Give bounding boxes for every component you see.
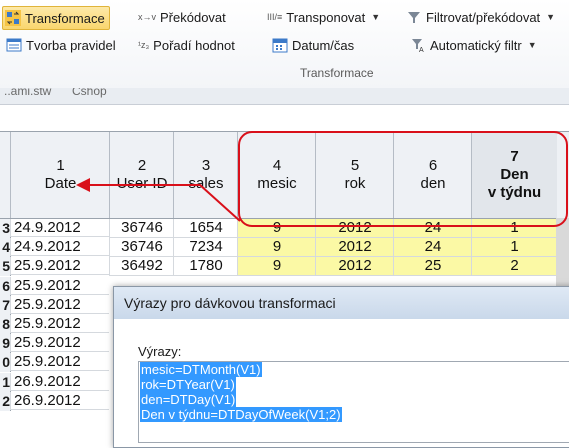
transformace-button[interactable]: Transformace xyxy=(2,6,110,30)
column-name: User ID xyxy=(116,175,168,192)
value-order-icon: ¹z₃ xyxy=(138,40,150,50)
column-number: 3 xyxy=(201,157,211,174)
dialog-title: Výrazy pro dávkovou transformaci xyxy=(114,287,569,319)
cell-date[interactable]: 25.9.2012 xyxy=(10,257,109,275)
prekodovat-label: Překódovat xyxy=(160,9,226,25)
cell-den-v-tydnu[interactable]: 1 xyxy=(471,238,557,257)
column-number: 1 xyxy=(56,157,65,174)
cell-date[interactable]: 26.9.2012 xyxy=(10,392,109,410)
column-name: Date xyxy=(44,175,77,192)
transpose-icon: III/≡ xyxy=(267,12,283,22)
expression-line: Den v týdnu=DTDayOfWeek(V1;2) xyxy=(140,407,342,422)
rule-icon xyxy=(6,37,22,53)
cell-user-id[interactable]: 36492 xyxy=(109,257,174,276)
filtrovat-label: Filtrovat/překódovat xyxy=(426,9,541,25)
svg-text:A: A xyxy=(419,47,424,53)
chevron-down-icon: ▼ xyxy=(371,12,381,22)
chevron-down-icon: ▼ xyxy=(546,12,556,22)
ribbon-group-label: Transformace xyxy=(300,66,374,80)
autofilter-icon: A xyxy=(410,37,426,53)
cell-date[interactable]: 24.9.2012 xyxy=(10,219,109,237)
cell-rok[interactable]: 2012 xyxy=(315,257,394,276)
automaticky-filtr-label: Automatický filtr xyxy=(430,37,522,53)
transform-icon xyxy=(5,10,21,26)
tvorba-pravidel-label: Tvorba pravidel xyxy=(26,37,116,53)
cell-date[interactable]: 25.9.2012 xyxy=(10,277,109,295)
expression-line: mesic=DTMonth(V1) xyxy=(140,362,262,377)
cell-den[interactable]: 24 xyxy=(393,238,472,257)
cell-user-id[interactable]: 36746 xyxy=(109,238,174,257)
expressions-label: Výrazy: xyxy=(138,344,182,359)
filtrovat-button[interactable]: Filtrovat/překódovat ▼ xyxy=(406,6,555,28)
recode-icon: x→v xyxy=(138,12,156,22)
annotation-highlight-box xyxy=(238,131,568,227)
expression-line: rok=DTYear(V1) xyxy=(140,377,236,392)
chevron-down-icon: ▼ xyxy=(527,40,537,50)
cell-den-v-tydnu[interactable]: 2 xyxy=(471,257,557,276)
prekodovat-button[interactable]: x→v Překódovat xyxy=(138,6,226,28)
cell-sales[interactable]: 1654 xyxy=(173,219,238,238)
document-tab-strip: ..ami.stw Cshop xyxy=(0,88,569,105)
cell-mesic[interactable]: 9 xyxy=(237,257,316,276)
cell-user-id[interactable]: 36746 xyxy=(109,219,174,238)
datum-cas-label: Datum/čas xyxy=(292,37,355,53)
cell-sales[interactable]: 1780 xyxy=(173,257,238,276)
tab-cshop[interactable]: Cshop xyxy=(72,88,107,98)
ribbon: Transformace x→v Překódovat III/≡ Transp… xyxy=(0,0,569,89)
grid-toolbar-area xyxy=(0,105,569,132)
cell-mesic[interactable]: 9 xyxy=(237,238,316,257)
column-header-user-id[interactable]: 2 User ID xyxy=(109,132,174,218)
filter-icon xyxy=(406,9,422,25)
column-name: sales xyxy=(188,175,224,192)
cell-date[interactable]: 25.9.2012 xyxy=(10,353,109,371)
expression-line: den=DTDay(V1) xyxy=(140,392,237,407)
poradi-hodnot-button[interactable]: ¹z₃ Pořadí hodnot xyxy=(138,34,235,56)
transponovat-label: Transponovat xyxy=(286,9,366,25)
column-number: 2 xyxy=(137,157,147,174)
tvorba-pravidel-button[interactable]: Tvorba pravidel xyxy=(6,34,116,56)
poradi-hodnot-label: Pořadí hodnot xyxy=(153,37,235,53)
transponovat-button[interactable]: III/≡ Transponovat ▼ xyxy=(267,6,380,28)
column-header-sales[interactable]: 3 sales xyxy=(173,132,238,218)
batch-transform-dialog: Výrazy pro dávkovou transformaci Výrazy:… xyxy=(113,286,569,448)
transformace-label: Transformace xyxy=(25,10,105,26)
cell-den[interactable]: 25 xyxy=(393,257,472,276)
datum-cas-button[interactable]: Datum/čas xyxy=(272,34,354,56)
cell-sales[interactable]: 7234 xyxy=(173,238,238,257)
cell-date[interactable]: 24.9.2012 xyxy=(10,238,109,256)
cell-date[interactable]: 25.9.2012 xyxy=(10,315,109,333)
automaticky-filtr-button[interactable]: A Automatický filtr ▼ xyxy=(410,34,537,56)
tab-workbook[interactable]: ..ami.stw xyxy=(4,88,51,98)
column-header-date[interactable]: 1 Date xyxy=(10,132,110,218)
cell-date[interactable]: 25.9.2012 xyxy=(10,296,109,314)
cell-rok[interactable]: 2012 xyxy=(315,238,394,257)
cell-date[interactable]: 25.9.2012 xyxy=(10,334,109,352)
calendar-icon xyxy=(272,37,288,53)
expressions-textarea[interactable]: mesic=DTMonth(V1) rok=DTYear(V1) den=DTD… xyxy=(138,361,569,443)
cell-date[interactable]: 26.9.2012 xyxy=(10,373,109,391)
